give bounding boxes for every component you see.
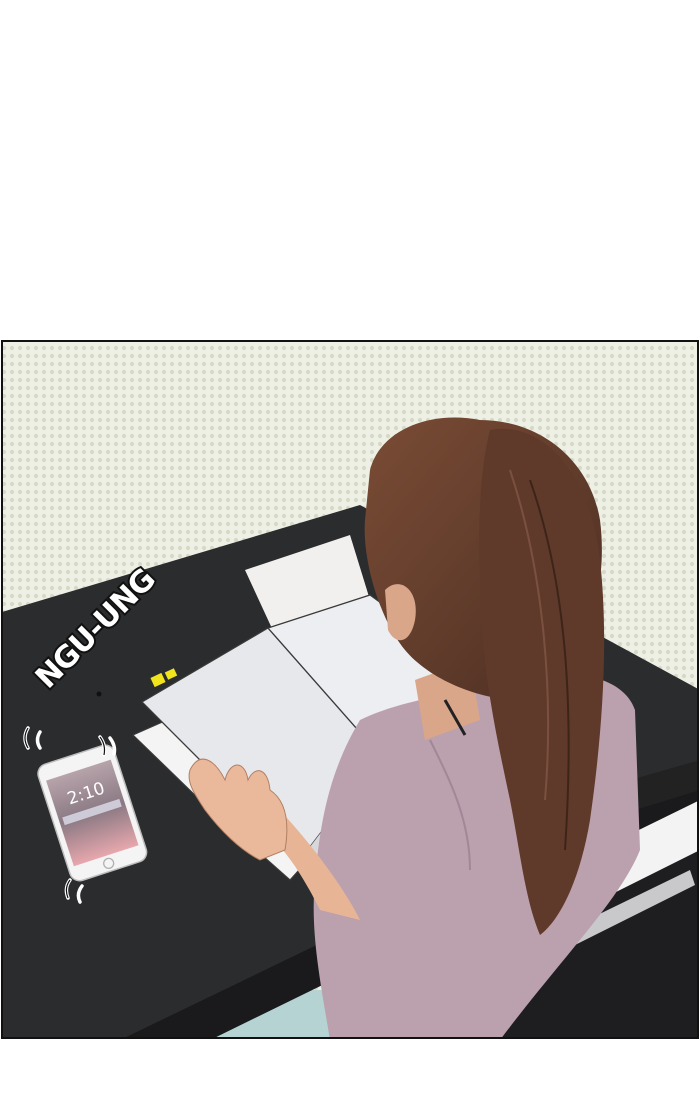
comic-panel: 2:10 NGU-UNG <box>1 340 699 1039</box>
desk-dot <box>96 691 102 697</box>
webtoon-page: 2:10 NGU-UNG <box>0 0 700 1100</box>
